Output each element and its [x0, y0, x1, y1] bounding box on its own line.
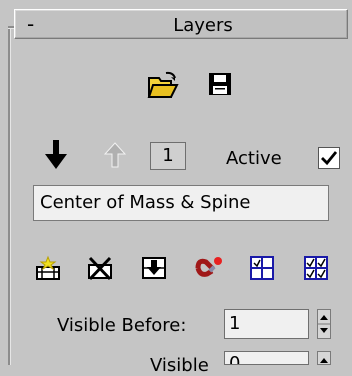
checkmark-icon: [321, 151, 338, 166]
layer-index-field[interactable]: 1: [150, 142, 186, 170]
visible-before-spinner[interactable]: [317, 309, 331, 339]
save-floppy-icon[interactable]: [208, 72, 232, 96]
visible-before-label: Visible Before:: [57, 315, 187, 336]
arrow-down-icon[interactable]: [44, 140, 68, 170]
visible-after-spinner[interactable]: [317, 351, 331, 365]
active-label: Active: [226, 148, 282, 169]
active-checkbox[interactable]: [318, 147, 340, 169]
grid-checked-icon[interactable]: [303, 255, 329, 281]
panel-groove: [8, 26, 11, 365]
magnet-icon[interactable]: [192, 254, 224, 282]
new-layer-icon[interactable]: [34, 255, 62, 281]
delete-layer-icon[interactable]: [86, 255, 114, 281]
rollout-title: Layers: [173, 15, 233, 36]
open-folder-icon[interactable]: [147, 70, 179, 100]
merge-layer-icon[interactable]: [140, 254, 168, 282]
layer-name-field[interactable]: Center of Mass & Spine: [33, 185, 329, 221]
layers-panel: - Layers 1 Active Center of Mass & Spine: [0, 0, 352, 376]
visible-after-label: Visible: [150, 355, 209, 376]
arrow-up-icon[interactable]: [104, 142, 126, 168]
layers-rollout-header[interactable]: - Layers: [14, 9, 348, 39]
visible-after-field[interactable]: 0: [224, 351, 309, 365]
visible-before-field[interactable]: 1: [224, 309, 309, 339]
grid-icon[interactable]: [249, 255, 275, 281]
